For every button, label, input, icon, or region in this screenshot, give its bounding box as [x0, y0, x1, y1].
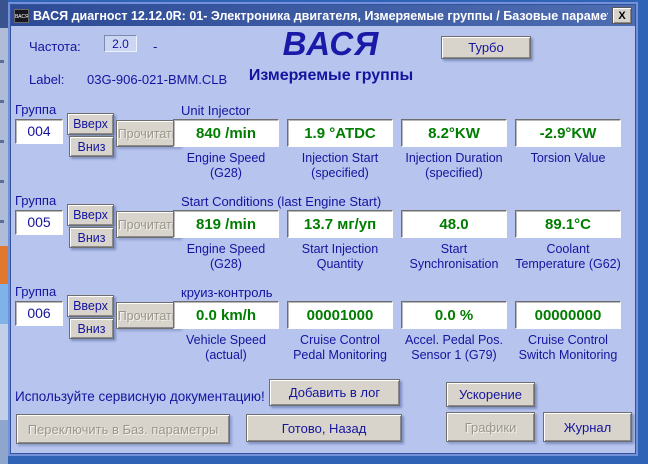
log-button[interactable]: Журнал	[543, 412, 632, 442]
measurement-value: 13.7 мг/уп	[287, 210, 393, 238]
done-back-button[interactable]: Готово, Назад	[246, 414, 402, 442]
measurement-value: 00001000	[287, 301, 393, 329]
measurement-value: 819 /min	[173, 210, 279, 238]
group-title: круиз-контроль	[181, 285, 273, 300]
label-caption: Label:	[29, 72, 64, 87]
sliver-dash	[0, 220, 4, 223]
label-file-value: 03G-906-021-BMM.CLB	[87, 72, 227, 87]
acceleration-button[interactable]: Ускорение	[446, 382, 535, 407]
group-down-button[interactable]: Вниз	[69, 318, 114, 339]
measurement-label: Engine Speed (G28)	[173, 151, 279, 181]
background-window-sliver	[0, 0, 8, 464]
measurement-value: -2.9°KW	[515, 119, 621, 147]
sliver-fragment	[0, 246, 8, 284]
measurement-label: Engine Speed (G28)	[173, 242, 279, 272]
group-number-input[interactable]: 006	[15, 301, 63, 326]
turbo-button[interactable]: Турбо	[441, 36, 531, 59]
group-up-button[interactable]: Вверх	[67, 295, 114, 317]
sliver-dash	[0, 60, 4, 63]
measurement-label: Start Synchronisation	[401, 242, 507, 272]
measurement-value: 1.9 °ATDC	[287, 119, 393, 147]
measurement-label: Injection Start (specified)	[287, 151, 393, 181]
measurement-label: Injection Duration (specified)	[401, 151, 507, 181]
measurement-value: 89.1°C	[515, 210, 621, 238]
sliver-fragment	[0, 0, 8, 28]
measurement-label: Cruise Control Pedal Monitoring	[287, 333, 393, 363]
group-up-button[interactable]: Вверх	[67, 113, 114, 135]
measurement-label: Torsion Value	[515, 151, 621, 166]
measurement-label: Start Injection Quantity	[287, 242, 393, 272]
service-doc-notice: Используйте сервисную документацию!	[15, 389, 265, 404]
measurement-value: 840 /min	[173, 119, 279, 147]
app-logo: ВАСЯ	[211, 25, 451, 63]
group-number-input[interactable]: 005	[15, 210, 63, 235]
group-title: Unit Injector	[181, 103, 250, 118]
measurement-label: Vehicle Speed (actual)	[173, 333, 279, 363]
measuring-group-row: Группа 006 Вверх Вниз Прочитать круиз-ко…	[11, 284, 635, 374]
sliver-dash	[0, 140, 4, 143]
group-down-button[interactable]: Вниз	[69, 227, 114, 248]
group-down-button[interactable]: Вниз	[69, 136, 114, 157]
measuring-group-row: Группа 005 Вверх Вниз Прочитать Start Co…	[11, 193, 635, 283]
sliver-fragment	[0, 420, 8, 464]
group-read-button: Прочитать	[116, 302, 180, 329]
group-number-input[interactable]: 004	[15, 119, 63, 144]
window-title: ВАСЯ диагност 12.12.0R: 01- Электроника …	[33, 9, 608, 23]
measurement-label: Cruise Control Switch Monitoring	[515, 333, 621, 363]
switch-to-basic-button: Переключить в Баз. параметры	[16, 414, 230, 444]
measurement-value: 48.0	[401, 210, 507, 238]
sliver-dash	[0, 100, 4, 103]
graphs-button: Графики	[446, 412, 535, 442]
client-area: Частота: 2.0 - ВАСЯ Турбо Label: 03G-906…	[11, 26, 635, 453]
measurement-value: 0.0 km/h	[173, 301, 279, 329]
frequency-label: Частота:	[29, 39, 81, 54]
frequency-dash: -	[153, 39, 157, 54]
group-caption: Группа	[15, 193, 56, 208]
measurement-label: Coolant Temperature (G62)	[515, 242, 621, 272]
group-caption: Группа	[15, 284, 56, 299]
group-up-button[interactable]: Вверх	[67, 204, 114, 226]
group-title: Start Conditions (last Engine Start)	[181, 194, 381, 209]
sliver-fragment	[0, 324, 8, 420]
group-caption: Группа	[15, 102, 56, 117]
sliver-fragment	[0, 284, 8, 324]
frequency-value-box: 2.0	[104, 35, 137, 52]
measurement-value: 00000000	[515, 301, 621, 329]
group-read-button: Прочитать	[116, 211, 180, 238]
measurement-value: 0.0 %	[401, 301, 507, 329]
add-to-log-button[interactable]: Добавить в лог	[269, 379, 400, 406]
group-read-button: Прочитать	[116, 120, 180, 147]
measuring-group-row: Группа 004 Вверх Вниз Прочитать Unit Inj…	[11, 102, 635, 192]
measurement-label: Accel. Pedal Pos. Sensor 1 (G79)	[401, 333, 507, 363]
close-icon[interactable]: X	[612, 7, 632, 24]
app-icon: ВАСЯ	[14, 9, 29, 23]
page-title: Измеряемые группы	[211, 67, 451, 85]
vcds-window: ВАСЯ ВАСЯ диагност 12.12.0R: 01- Электро…	[8, 2, 638, 456]
measurement-value: 8.2°KW	[401, 119, 507, 147]
sliver-dash	[0, 180, 4, 183]
window-titlebar[interactable]: ВАСЯ ВАСЯ диагност 12.12.0R: 01- Электро…	[11, 5, 635, 26]
